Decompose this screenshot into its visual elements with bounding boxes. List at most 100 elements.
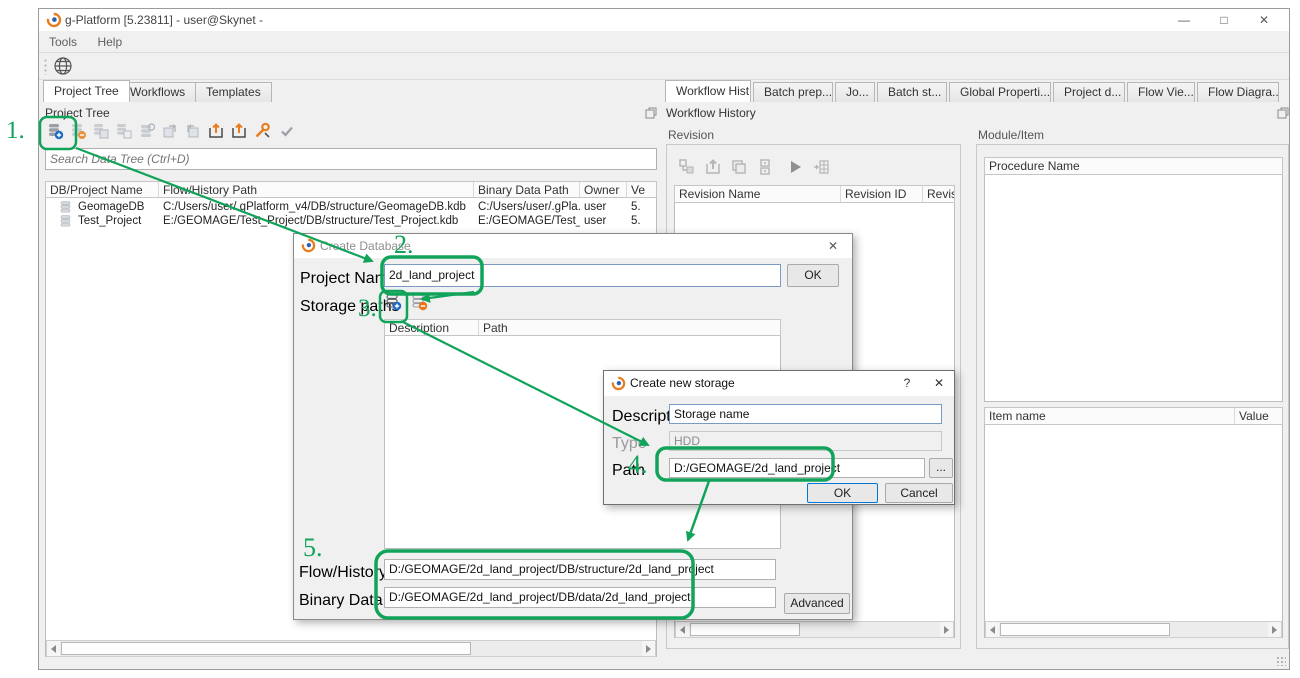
tab-project-tree[interactable]: Project Tree (43, 80, 130, 102)
description-field[interactable]: Storage name (669, 404, 942, 424)
stack-icon[interactable] (755, 157, 775, 177)
tab-flow-view[interactable]: Flow Vie... (1127, 82, 1195, 102)
column-revision-id[interactable]: Revision ID (841, 186, 923, 202)
toolbar-grip[interactable] (43, 58, 48, 75)
restore-database-icon[interactable] (160, 121, 180, 141)
module-item-hscrollbar[interactable] (985, 621, 1282, 638)
type-label: Type (612, 435, 647, 453)
duplicate-database-icon[interactable] (114, 121, 134, 141)
storage-ok-button[interactable]: OK (807, 483, 878, 503)
import-revision-icon[interactable] (703, 157, 723, 177)
main-toolbar (39, 53, 1289, 80)
import-flows-icon[interactable] (229, 121, 249, 141)
ok-button[interactable]: OK (787, 264, 839, 287)
item-value-table: Item name Value (984, 407, 1283, 638)
scroll-right-arrow[interactable] (1268, 622, 1281, 637)
tab-project-data[interactable]: Project d... (1053, 82, 1125, 102)
tab-jobs[interactable]: Jo... (835, 82, 875, 102)
column-binary-data-path[interactable]: Binary Data Path (474, 182, 580, 197)
cell-binary-path: C:/Users/user/.gPla... (478, 200, 580, 214)
column-version[interactable]: Ve (627, 182, 656, 197)
path-field[interactable]: D:/GEOMAGE/2d_land_project (669, 458, 925, 478)
cell-owner: user (584, 200, 628, 214)
float-panel-icon[interactable] (1277, 107, 1289, 119)
type-field: HDD (669, 431, 942, 451)
revision-hscrollbar[interactable] (675, 621, 954, 638)
reload-database-icon[interactable] (183, 121, 203, 141)
browse-button[interactable]: ... (929, 458, 953, 478)
copy-revision-icon[interactable] (729, 157, 749, 177)
tab-row: Project Tree Workflows Templates Workflo… (39, 80, 1289, 102)
column-db-project-name[interactable]: DB/Project Name (46, 182, 159, 197)
scroll-left-arrow[interactable] (676, 622, 689, 637)
menu-help[interactable]: Help (89, 31, 130, 53)
cell-flow-path: E:/GEOMAGE/Test_Project/DB/structure/Tes… (163, 214, 473, 228)
search-input[interactable] (45, 148, 657, 170)
column-flow-history-path[interactable]: Flow/History Path (159, 182, 474, 197)
tab-workflow-history[interactable]: Workflow Hist... (665, 80, 751, 102)
scroll-left-arrow[interactable] (986, 622, 999, 637)
dialog-logo-icon (301, 238, 316, 253)
cell-name: Test_Project (78, 214, 158, 228)
float-panel-icon[interactable] (645, 107, 657, 119)
menu-tools[interactable]: Tools (41, 31, 85, 53)
validate-icon[interactable] (277, 121, 297, 141)
binary-data-path-field[interactable]: D:/GEOMAGE/2d_land_project/DB/data/2d_la… (384, 587, 776, 608)
flow-history-path-field[interactable]: D:/GEOMAGE/2d_land_project/DB/structure/… (384, 559, 776, 580)
cell-version: 5. (631, 214, 655, 228)
tab-workflows[interactable]: Workflows (119, 82, 196, 102)
dialog-title: Create new storage (630, 371, 735, 395)
import-database-icon[interactable] (206, 121, 226, 141)
copy-database-icon[interactable] (91, 121, 111, 141)
column-description[interactable]: Description (385, 320, 479, 335)
tab-templates[interactable]: Templates (195, 82, 272, 102)
table-view-icon[interactable] (811, 157, 831, 177)
table-row-geomagedb[interactable]: GeomageDB C:/Users/user/.gPlatform_v4/DB… (46, 200, 656, 214)
project-name-field[interactable]: 2d_land_project (384, 264, 781, 287)
app-logo-icon (46, 12, 62, 28)
column-path[interactable]: Path (479, 320, 780, 335)
dialog-close-button[interactable]: ✕ (924, 371, 954, 396)
scroll-right-arrow[interactable] (940, 622, 953, 637)
remove-storage-icon[interactable] (409, 292, 429, 312)
dialog-close-button[interactable]: ✕ (816, 234, 850, 258)
minimize-button[interactable]: — (1167, 9, 1201, 31)
resize-grip[interactable] (1276, 656, 1286, 666)
repair-database-icon[interactable] (252, 121, 272, 141)
column-item-name[interactable]: Item name (985, 408, 1235, 424)
advanced-button[interactable]: Advanced (784, 593, 850, 614)
add-storage-icon[interactable] (383, 292, 403, 312)
column-procedure-name[interactable]: Procedure Name (985, 158, 1282, 174)
database-icon (60, 215, 71, 227)
menu-bar: Tools Help (39, 31, 1289, 53)
revision-table-header: Revision Name Revision ID Revision ty (674, 185, 955, 203)
column-value[interactable]: Value (1235, 408, 1282, 424)
status-bar (39, 653, 1289, 669)
window-title: g-Platform [5.23811] - user@Skynet - (65, 9, 263, 31)
branch-icon[interactable] (677, 157, 697, 177)
table-row-test-project[interactable]: Test_Project E:/GEOMAGE/Test_Project/DB/… (46, 214, 656, 228)
column-revision-type[interactable]: Revision ty (923, 186, 954, 202)
scroll-thumb[interactable] (690, 623, 800, 636)
column-owner[interactable]: Owner (580, 182, 627, 197)
remove-database-icon[interactable] (68, 121, 88, 141)
tab-batch-prep[interactable]: Batch prep... (753, 82, 833, 102)
create-storage-title-bar: Create new storage ? ✕ (604, 371, 954, 396)
tab-global-properties[interactable]: Global Properti... (949, 82, 1051, 102)
dialog-help-button[interactable]: ? (892, 371, 922, 396)
run-icon[interactable] (785, 157, 805, 177)
tab-batch-status[interactable]: Batch st... (877, 82, 947, 102)
globe-icon[interactable] (53, 56, 73, 76)
maximize-button[interactable]: □ (1207, 9, 1241, 31)
tab-flow-diagram[interactable]: Flow Diagra... (1197, 82, 1279, 102)
project-tree-table-header: DB/Project Name Flow/History Path Binary… (45, 181, 657, 198)
add-database-icon[interactable] (45, 121, 65, 141)
database-settings-icon[interactable] (137, 121, 157, 141)
close-button[interactable]: ✕ (1247, 9, 1281, 31)
column-revision-name[interactable]: Revision Name (675, 186, 841, 202)
scroll-thumb[interactable] (1000, 623, 1170, 636)
cell-binary-path: E:/GEOMAGE/Test_... (478, 214, 580, 228)
dialog-logo-icon (611, 376, 626, 391)
cell-version: 5. (631, 200, 655, 214)
storage-cancel-button[interactable]: Cancel (885, 483, 953, 503)
